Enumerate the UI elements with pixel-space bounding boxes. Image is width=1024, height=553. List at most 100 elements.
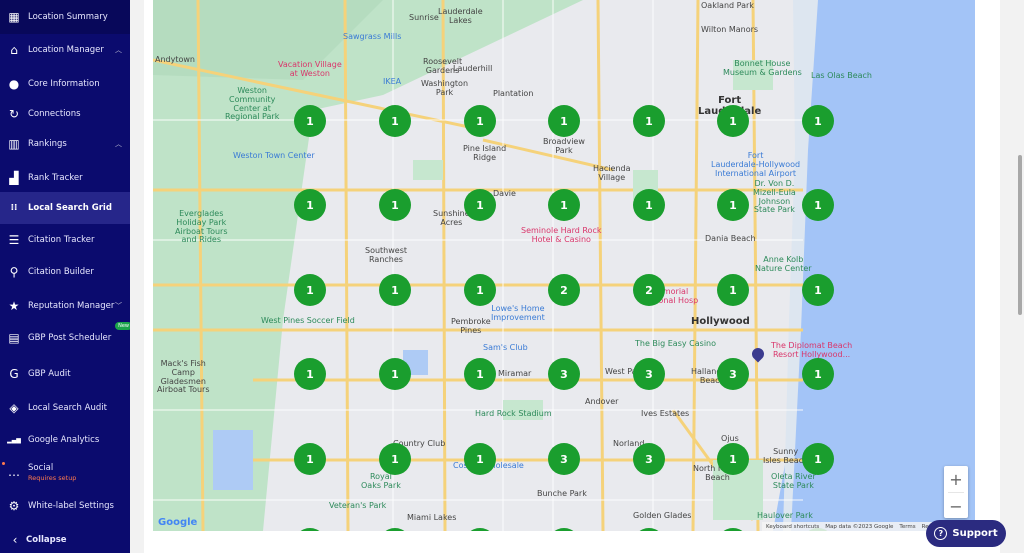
sidebar-item-location-manager[interactable]: ⌂ Location Manager ︿ — [0, 34, 130, 66]
sidebar-item-sublabel: Requires setup — [28, 473, 77, 482]
grid-rank-marker[interactable]: 1 — [464, 443, 496, 475]
map-place-label: Sawgrass Mills — [343, 32, 402, 41]
question-circle-icon: ? — [934, 527, 948, 540]
home-icon: ⌂ — [10, 43, 18, 57]
map-place-label: Pine Island Ridge — [463, 144, 507, 162]
grid-rank-marker[interactable]: 1 — [548, 105, 580, 137]
map-place-label: Hacienda Village — [593, 164, 631, 182]
sidebar-item-citation-builder[interactable]: ⚲ Citation Builder — [0, 256, 130, 288]
support-label: Support — [952, 528, 998, 539]
grid-rank-marker[interactable]: 1 — [802, 274, 834, 306]
sidebar-item-reputation-manager[interactable]: ★ Reputation Manager ﹀ — [0, 290, 130, 322]
zoom-out-button[interactable]: − — [944, 493, 968, 519]
sidebar-item-label: Local Search Audit — [28, 403, 107, 413]
chevron-down-icon[interactable]: ﹀ — [115, 301, 122, 311]
sidebar-item-label: Rankings — [28, 139, 67, 149]
sidebar-item-google-analytics[interactable]: ▂▄▆ Google Analytics — [0, 424, 130, 456]
map-place-label: Lauderdale Lakes — [438, 7, 483, 25]
grid-rank-marker[interactable]: 1 — [464, 358, 496, 390]
grid-rank-marker[interactable]: 1 — [802, 105, 834, 137]
sidebar-item-rankings[interactable]: ▥ Rankings ︿ — [0, 128, 130, 160]
map-place-label: Miramar — [498, 369, 532, 378]
sidebar-item-label: Reputation Manager — [28, 301, 115, 311]
support-button[interactable]: ? Support — [926, 520, 1006, 547]
map-place-label: Roosevelt Gardens — [423, 57, 463, 75]
zoom-in-button[interactable]: + — [944, 466, 968, 492]
chevron-up-icon[interactable]: ︿ — [115, 139, 122, 149]
sidebar-item-social[interactable]: … Social Requires setup — [0, 456, 130, 488]
sidebar-item-label: Social Requires setup — [28, 462, 77, 482]
grid-rank-marker[interactable]: 1 — [464, 189, 496, 221]
grid-rank-marker[interactable]: 1 — [379, 189, 411, 221]
grid-rank-marker[interactable]: 1 — [379, 443, 411, 475]
sidebar-item-gbp-post-scheduler[interactable]: ▤ GBP Post Scheduler New — [0, 322, 132, 354]
attribution-link[interactable]: Terms — [899, 524, 915, 530]
grid-rank-marker[interactable]: 2 — [633, 274, 665, 306]
grid-rank-marker[interactable]: 1 — [633, 105, 665, 137]
grid-rank-marker[interactable]: 3 — [548, 358, 580, 390]
map-place-label: Pembroke Pines — [451, 317, 491, 335]
map-place-label: Seminole Hard Rock Hotel & Casino — [521, 226, 602, 244]
grid-rank-marker[interactable]: 1 — [717, 443, 749, 475]
sidebar-item-core-information[interactable]: ● Core Information — [0, 68, 130, 100]
map-place-label: Sam's Club — [483, 343, 528, 352]
grid-rank-marker[interactable]: 1 — [717, 274, 749, 306]
grid-rank-marker[interactable]: 1 — [802, 443, 834, 475]
grid-rank-marker[interactable]: 3 — [548, 443, 580, 475]
sidebar-item-citation-tracker[interactable]: ☰ Citation Tracker — [0, 224, 130, 256]
map-place-label: Vacation Village at Weston — [278, 60, 342, 78]
grid-rank-marker[interactable]: 1 — [379, 358, 411, 390]
grid-rank-marker[interactable]: 1 — [294, 358, 326, 390]
analytics-icon: ▂▄▆ — [7, 436, 21, 444]
sidebar-item-local-search-grid[interactable]: ⁞⁞ Local Search Grid — [0, 192, 130, 224]
grid-rank-marker[interactable]: 1 — [294, 274, 326, 306]
sidebar-item-connections[interactable]: ↻ Connections — [0, 98, 130, 130]
map-place-label: Oakland Park — [701, 1, 754, 10]
sidebar-item-location-summary[interactable]: ▦ Location Summary — [0, 0, 130, 34]
map-place-label: Wilton Manors — [701, 25, 759, 34]
sidebar-item-white-label-settings[interactable]: ⚙ White-label Settings — [0, 490, 130, 522]
grid-rank-marker[interactable]: 1 — [379, 274, 411, 306]
grid-icon: ▦ — [8, 10, 20, 24]
chevron-up-icon[interactable]: ︿ — [115, 45, 122, 55]
grid-rank-marker[interactable]: 1 — [464, 274, 496, 306]
sidebar-item-local-search-audit[interactable]: ◈ Local Search Audit — [0, 392, 130, 424]
grid-rank-marker[interactable]: 1 — [802, 189, 834, 221]
grid-rank-marker[interactable]: 1 — [717, 105, 749, 137]
sidebar-item-rank-tracker[interactable]: ▟ Rank Tracker — [0, 162, 130, 194]
grid-rank-marker[interactable]: 3 — [633, 358, 665, 390]
map-place-label: IKEA — [383, 77, 402, 86]
attribution-link[interactable]: Map data ©2023 Google — [825, 524, 893, 530]
collapse-button[interactable]: ‹ Collapse — [0, 526, 130, 553]
local-search-grid-map[interactable]: Andytown Vacation Village at Weston Sawgra… — [153, 0, 975, 531]
post-scheduler-icon: ▤ — [8, 331, 20, 345]
grid-rank-marker[interactable]: 3 — [633, 443, 665, 475]
sidebar-item-label: Citation Tracker — [28, 235, 95, 245]
grid-rank-marker[interactable]: 1 — [379, 105, 411, 137]
map-place-label: Dania Beach — [705, 234, 756, 243]
map-place-label: Oleta River State Park — [771, 472, 816, 490]
grid-rank-marker[interactable]: 1 — [464, 105, 496, 137]
map-place-label: Sunrise — [409, 13, 439, 22]
grid-rank-marker[interactable]: 3 — [717, 358, 749, 390]
map-place-label: Washington Park — [421, 79, 469, 97]
grid-rank-marker[interactable]: 1 — [294, 105, 326, 137]
chevron-left-icon: ‹ — [12, 532, 18, 547]
sidebar-item-gbp-audit[interactable]: G GBP Audit — [0, 358, 130, 390]
grid-rank-marker[interactable]: 1 — [802, 358, 834, 390]
map-place-label: Ives Estates — [641, 409, 690, 418]
grid-rank-marker[interactable]: 1 — [717, 189, 749, 221]
attribution-link[interactable]: Keyboard shortcuts — [766, 524, 819, 530]
grid-rank-marker[interactable]: 1 — [633, 189, 665, 221]
sidebar-item-label: Local Search Grid — [28, 203, 112, 213]
map-place-label: Anne Kolb Nature Center — [755, 255, 812, 273]
sidebar-item-label: Google Analytics — [28, 435, 100, 445]
grid-rank-marker[interactable]: 1 — [294, 189, 326, 221]
grid-rank-marker[interactable]: 1 — [294, 443, 326, 475]
grid-rank-marker[interactable]: 1 — [548, 189, 580, 221]
map-place-label: Mack's Fish Camp Gladesmen Airboat Tours — [157, 359, 210, 395]
map-place-label: Southwest Ranches — [365, 246, 408, 264]
map-place-label: Hard Rock Stadium — [475, 409, 552, 418]
page-scrollbar[interactable] — [1018, 155, 1022, 315]
grid-rank-marker[interactable]: 2 — [548, 274, 580, 306]
